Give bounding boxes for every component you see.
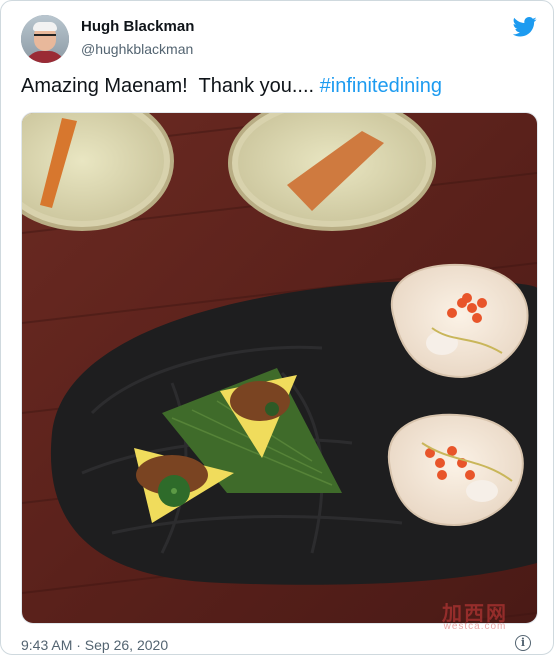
author-name[interactable]: Hugh Blackman — [81, 18, 194, 35]
author-handle[interactable]: @hughkblackman — [81, 41, 193, 57]
tweet-text: Amazing Maenam! Thank you.... #infinited… — [21, 75, 442, 98]
watermark-url: westca.com — [443, 621, 507, 632]
info-icon[interactable]: i — [515, 635, 531, 651]
avatar[interactable] — [21, 15, 69, 63]
tweet-body-text: Amazing Maenam! Thank you.... — [21, 75, 320, 97]
hashtag-link[interactable]: #infinitedining — [320, 75, 442, 97]
tweet-timestamp[interactable]: 9:43 AM · Sep 26, 2020 — [21, 637, 168, 653]
tweet-card: Hugh Blackman @hughkblackman Amazing Mae… — [0, 0, 554, 655]
tweet-photo[interactable] — [21, 112, 538, 624]
twitter-bird-icon[interactable] — [513, 17, 537, 37]
food-photo-image — [22, 113, 537, 623]
